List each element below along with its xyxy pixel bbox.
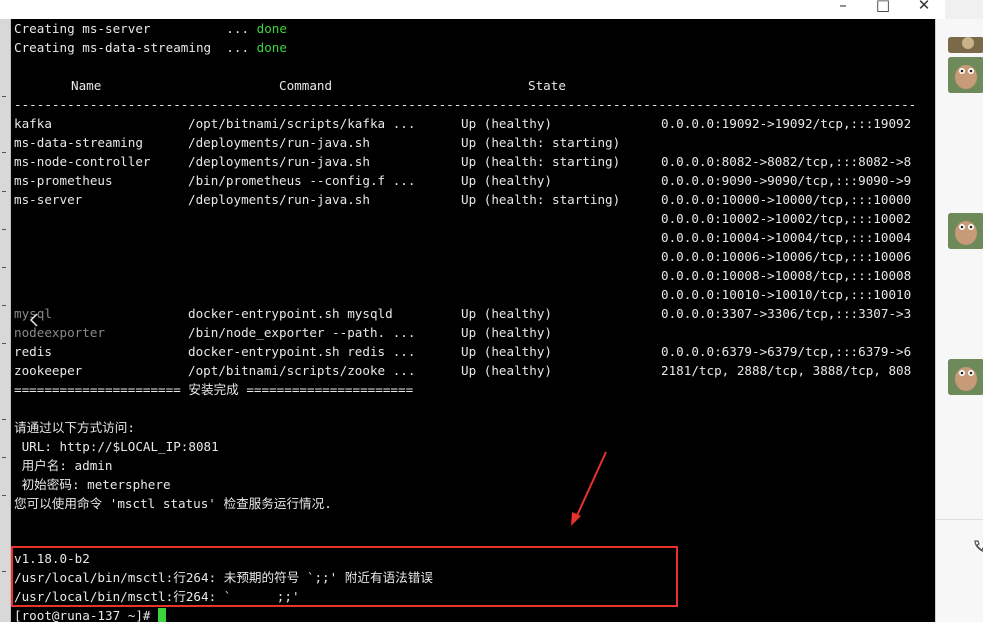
access-line: 您可以使用命令 'msctl status' 检查服务运行情况. bbox=[14, 496, 332, 511]
access-line: 用户名: admin bbox=[14, 458, 113, 473]
terminal-window[interactable]: Creating ms-server ... done Creating ms-… bbox=[11, 19, 935, 622]
minimize-icon[interactable]: – bbox=[833, 0, 853, 14]
window-titlebar: – □ ✕ bbox=[0, 0, 945, 19]
text-cursor bbox=[158, 608, 167, 622]
column-header-command: Command bbox=[279, 78, 333, 93]
create-line: Creating ms-server ... done bbox=[14, 21, 287, 36]
column-header-name: Name bbox=[71, 78, 102, 93]
avatar[interactable] bbox=[948, 57, 983, 93]
annotation-arrow-icon bbox=[571, 451, 607, 526]
table-divider: ----------------------------------------… bbox=[14, 97, 917, 112]
error-highlight-box bbox=[11, 546, 678, 607]
access-line: 初始密码: metersphere bbox=[14, 477, 171, 492]
install-done-banner: ====================== 安装完成 ============… bbox=[14, 382, 414, 397]
phone-icon[interactable] bbox=[972, 539, 983, 555]
avatar[interactable] bbox=[948, 359, 983, 395]
access-line: 请通过以下方式访问: bbox=[14, 420, 135, 435]
avatar[interactable] bbox=[948, 213, 983, 249]
mouse-pointer-icon bbox=[29, 313, 38, 327]
background-chat-panel bbox=[935, 19, 983, 622]
avatar[interactable] bbox=[948, 37, 983, 53]
shell-prompt[interactable]: [root@runa-137 ~]# bbox=[14, 606, 167, 622]
close-icon[interactable]: ✕ bbox=[914, 0, 934, 14]
background-window-edge bbox=[0, 19, 11, 622]
column-header-state: State bbox=[528, 78, 566, 93]
create-line: Creating ms-data-streaming ... done bbox=[14, 40, 287, 55]
access-line: URL: http://$LOCAL_IP:8081 bbox=[14, 439, 219, 454]
maximize-icon[interactable]: □ bbox=[873, 0, 893, 14]
